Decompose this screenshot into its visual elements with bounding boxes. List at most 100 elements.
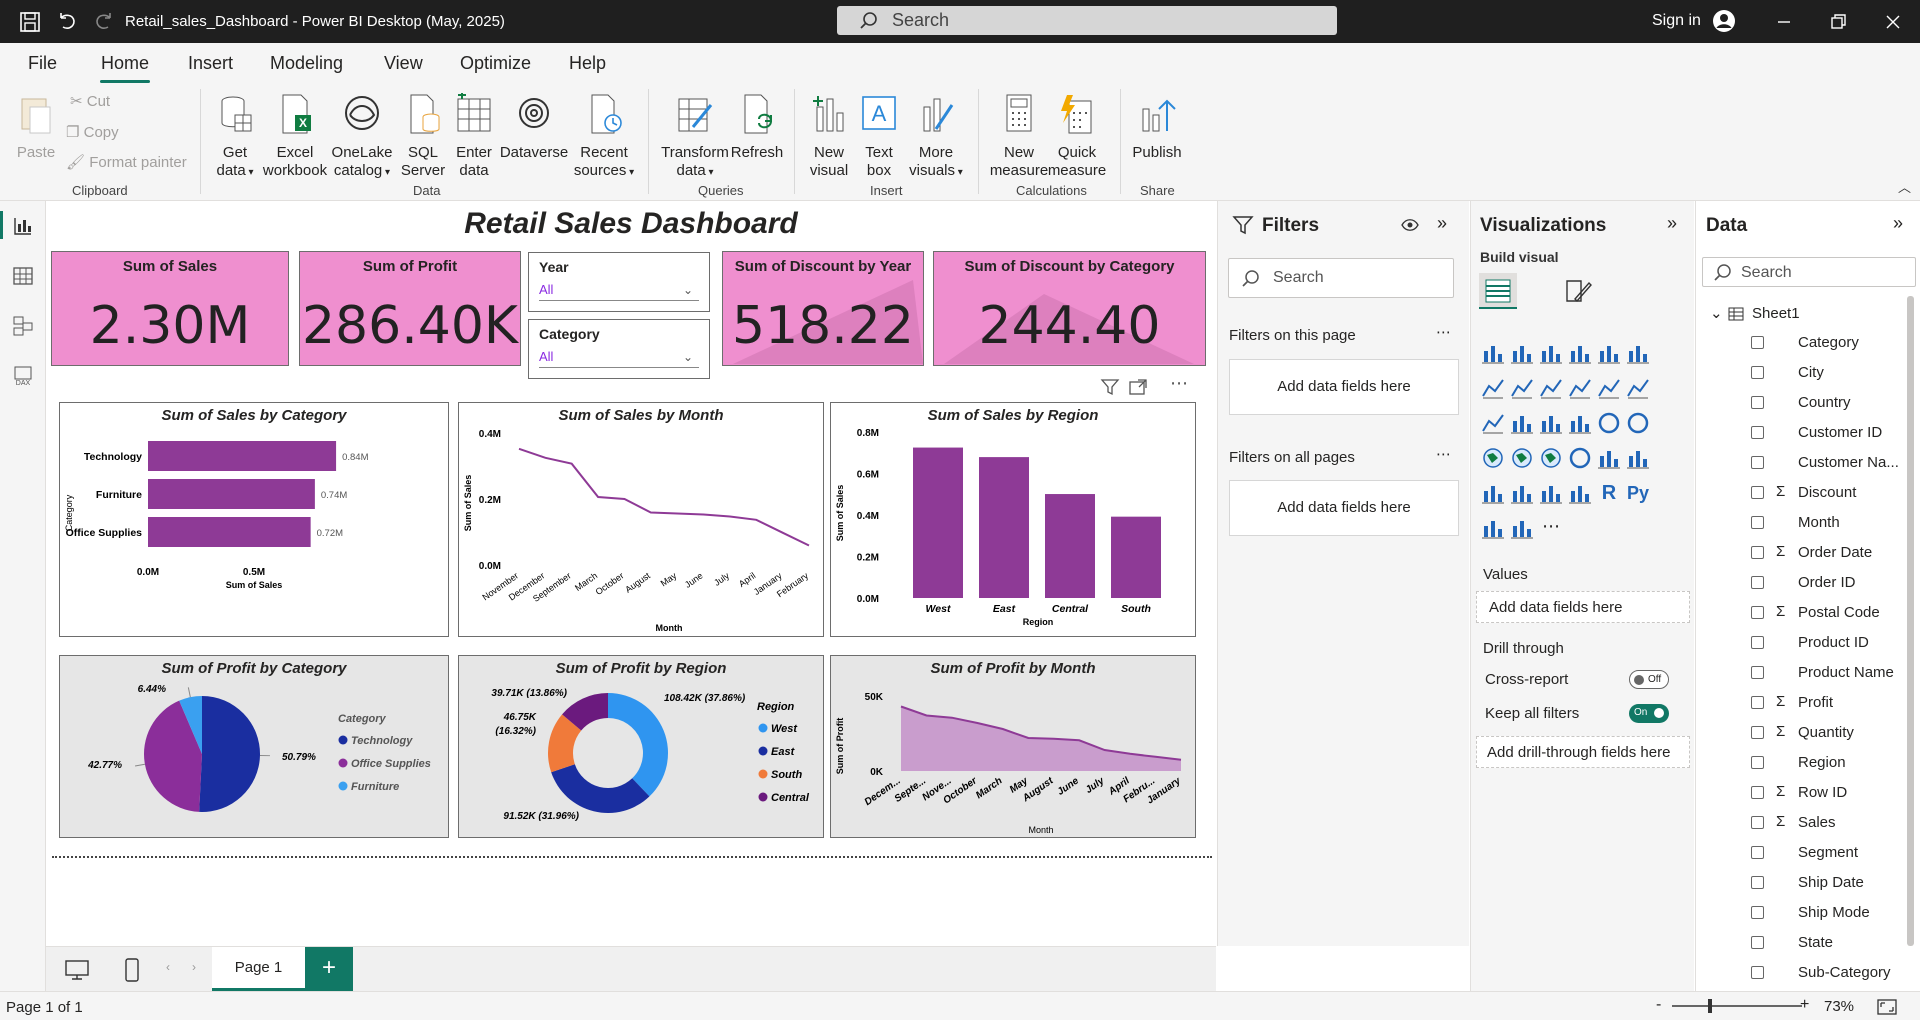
add-page-button[interactable]: + bbox=[305, 947, 353, 991]
field-checkbox[interactable] bbox=[1751, 966, 1764, 979]
field-item[interactable]: Σ Row ID bbox=[1696, 781, 1920, 805]
field-checkbox[interactable] bbox=[1751, 876, 1764, 889]
treemap-icon[interactable] bbox=[1481, 446, 1505, 470]
scatter-chart-icon[interactable] bbox=[1568, 411, 1592, 435]
more-visuals-button[interactable]: More visuals ▾ bbox=[906, 93, 966, 182]
close-icon[interactable] bbox=[1881, 10, 1905, 34]
dax-query-view-icon[interactable]: DAX bbox=[12, 365, 34, 387]
format-visual-icon[interactable] bbox=[1563, 277, 1593, 307]
map-icon[interactable] bbox=[1510, 446, 1534, 470]
field-item[interactable]: Order ID bbox=[1696, 571, 1920, 595]
model-view-icon[interactable] bbox=[12, 315, 34, 337]
field-item[interactable]: Σ Sales bbox=[1696, 811, 1920, 835]
field-item[interactable]: Segment bbox=[1696, 841, 1920, 865]
100-stacked-bar-chart-icon[interactable] bbox=[1597, 341, 1621, 365]
zoom-slider-thumb[interactable] bbox=[1708, 999, 1712, 1013]
previous-page-icon[interactable]: ‹ bbox=[166, 960, 170, 974]
stacked-column-chart-icon[interactable] bbox=[1510, 341, 1534, 365]
clustered-bar-chart-icon[interactable] bbox=[1539, 341, 1563, 365]
paste-button[interactable]: Paste bbox=[14, 93, 58, 162]
field-checkbox[interactable] bbox=[1751, 516, 1764, 529]
collapse-visualizations-icon[interactable]: » bbox=[1667, 213, 1677, 234]
filters-search-input[interactable]: Search bbox=[1228, 258, 1454, 298]
values-drop-zone[interactable]: Add data fields here bbox=[1476, 591, 1690, 623]
clustered-column-chart-icon[interactable] bbox=[1568, 341, 1592, 365]
filled-map-icon[interactable] bbox=[1539, 446, 1563, 470]
kpi-icon[interactable] bbox=[1481, 481, 1505, 505]
year-slicer[interactable]: Year All ⌄ bbox=[528, 252, 710, 312]
enter-data-button[interactable]: Enter data bbox=[450, 91, 498, 180]
field-item[interactable]: Σ Postal Code bbox=[1696, 601, 1920, 625]
table-node-sheet1[interactable]: ⌄ Sheet1 bbox=[1710, 304, 1910, 326]
field-checkbox[interactable] bbox=[1751, 606, 1764, 619]
field-item[interactable]: Σ Profit bbox=[1696, 691, 1920, 715]
excel-workbook-button[interactable]: X Excel workbook bbox=[262, 93, 328, 180]
new-visual-button[interactable]: New visual bbox=[804, 93, 854, 180]
field-checkbox[interactable] bbox=[1751, 696, 1764, 709]
year-dropdown[interactable]: All ⌄ bbox=[539, 279, 699, 301]
chart-sales-by-category[interactable]: Sum of Sales by Category Technology 0.84M… bbox=[59, 402, 449, 637]
r-script-icon[interactable]: R bbox=[1597, 481, 1621, 505]
minimize-icon[interactable] bbox=[1772, 10, 1796, 34]
format-painter-button[interactable]: 🖌 Format painter bbox=[66, 153, 187, 171]
field-item[interactable]: Sub-Category bbox=[1696, 961, 1920, 985]
field-item[interactable]: Ship Mode bbox=[1696, 901, 1920, 925]
collapse-ribbon-icon[interactable]: ︿ bbox=[1898, 177, 1911, 196]
chart-profit-by-category[interactable]: Sum of Profit by Category 50.79% 42.77% 6.… bbox=[59, 655, 449, 838]
100-stacked-area-chart-icon[interactable] bbox=[1568, 376, 1592, 400]
copy-button[interactable]: ❐ Copy bbox=[66, 123, 119, 141]
chart-sales-by-month[interactable]: Sum of Sales by Month 0.0M 0.2M 0.4M Novemb… bbox=[458, 402, 824, 637]
more-options-icon[interactable]: ⋯ bbox=[1436, 445, 1451, 463]
mobile-layout-icon[interactable] bbox=[124, 957, 140, 983]
collapse-filters-icon[interactable]: » bbox=[1437, 213, 1447, 234]
cut-button[interactable]: ✂ Cut bbox=[70, 92, 110, 110]
field-item[interactable]: Ship Date bbox=[1696, 871, 1920, 895]
eye-icon[interactable] bbox=[1401, 217, 1419, 233]
field-item[interactable]: Product Name bbox=[1696, 661, 1920, 685]
menu-help[interactable]: Help bbox=[569, 53, 606, 74]
menu-modeling[interactable]: Modeling bbox=[270, 53, 343, 74]
field-checkbox[interactable] bbox=[1751, 786, 1764, 799]
quick-measure-button[interactable]: Quick measure bbox=[1046, 93, 1108, 180]
100-stacked-column-chart-icon[interactable] bbox=[1626, 341, 1650, 365]
more-options-icon[interactable]: ⋯ bbox=[1170, 373, 1188, 394]
field-item[interactable]: Country bbox=[1696, 391, 1920, 415]
field-checkbox[interactable] bbox=[1751, 666, 1764, 679]
zoom-out-button[interactable]: - bbox=[1656, 996, 1661, 1014]
text-box-button[interactable]: A Text box bbox=[856, 93, 902, 180]
table-visual-icon[interactable] bbox=[1539, 481, 1563, 505]
chart-profit-by-region[interactable]: Sum of Profit by Region 108.42K (37.86%)… bbox=[458, 655, 824, 838]
chart-profit-by-month[interactable]: Sum of Profit by Month 0K 50K Decem... Sept… bbox=[830, 655, 1196, 838]
zoom-in-button[interactable]: + bbox=[1800, 996, 1809, 1014]
field-item[interactable]: Σ Discount bbox=[1696, 481, 1920, 505]
field-checkbox[interactable] bbox=[1751, 366, 1764, 379]
cross-report-toggle[interactable]: Off bbox=[1629, 670, 1669, 689]
more-visuals-icon[interactable]: ⋯ bbox=[1539, 516, 1563, 540]
field-item[interactable]: Category bbox=[1696, 331, 1920, 355]
kpi-card-discount-by-category[interactable]: Sum of Discount by Category 244.40 bbox=[933, 251, 1206, 366]
donut-chart-icon[interactable] bbox=[1626, 411, 1650, 435]
title-search-box[interactable]: Search bbox=[837, 6, 1337, 35]
gauge-icon[interactable] bbox=[1568, 446, 1592, 470]
kpi-card-sales[interactable]: Sum of Sales 2.30M bbox=[51, 251, 289, 366]
field-checkbox[interactable] bbox=[1751, 576, 1764, 589]
funnel-chart-icon[interactable] bbox=[1539, 411, 1563, 435]
waterfall-chart-icon[interactable] bbox=[1510, 411, 1534, 435]
new-measure-button[interactable]: New measure bbox=[988, 93, 1050, 180]
transform-data-button[interactable]: Transform data ▾ bbox=[658, 93, 732, 182]
table-view-icon[interactable] bbox=[12, 265, 34, 287]
field-checkbox[interactable] bbox=[1751, 816, 1764, 829]
field-checkbox[interactable] bbox=[1751, 906, 1764, 919]
report-view-icon[interactable] bbox=[12, 215, 34, 237]
undo-icon[interactable] bbox=[55, 10, 79, 34]
page-tab-1[interactable]: Page 1 bbox=[212, 947, 305, 991]
keep-filters-toggle[interactable]: On bbox=[1629, 704, 1669, 723]
line-and-stacked-column-icon[interactable] bbox=[1597, 376, 1621, 400]
decomposition-tree-icon[interactable] bbox=[1481, 516, 1505, 540]
card-icon[interactable] bbox=[1597, 446, 1621, 470]
refresh-button[interactable]: Refresh bbox=[730, 93, 784, 162]
redo-icon[interactable] bbox=[92, 10, 116, 34]
save-icon[interactable] bbox=[18, 10, 42, 34]
field-checkbox[interactable] bbox=[1751, 396, 1764, 409]
multi-row-card-icon[interactable] bbox=[1626, 446, 1650, 470]
